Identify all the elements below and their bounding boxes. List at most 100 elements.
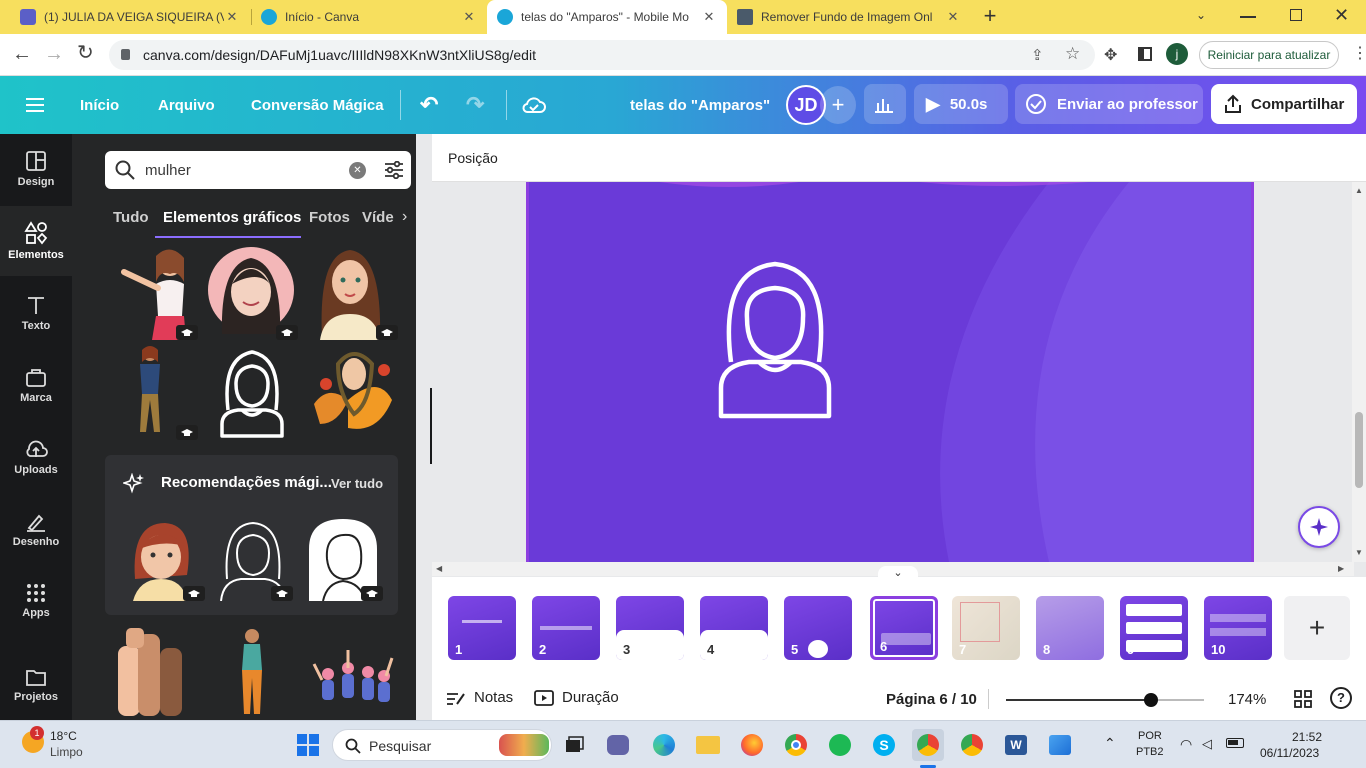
- tab-elementos-graficos[interactable]: Elementos gráficos: [163, 209, 301, 226]
- edge-icon[interactable]: [648, 729, 680, 761]
- restore-icon[interactable]: [1290, 9, 1302, 21]
- word-icon[interactable]: W: [1000, 729, 1032, 761]
- scroll-up-arrow-icon[interactable]: ▲: [1355, 186, 1363, 195]
- rail-desenho[interactable]: Desenho: [0, 494, 72, 564]
- rail-marca[interactable]: Marca: [0, 350, 72, 420]
- canvas-vscroll-thumb[interactable]: [1355, 412, 1363, 488]
- woman-outline-graphic-selected[interactable]: [717, 260, 833, 422]
- scroll-down-arrow-icon[interactable]: ▼: [1355, 548, 1363, 557]
- skype-icon[interactable]: S: [868, 729, 900, 761]
- add-page-button[interactable]: +: [1284, 596, 1350, 660]
- menu-hamburger-icon[interactable]: [26, 76, 46, 134]
- volume-icon[interactable]: ◁: [1202, 736, 1212, 752]
- graphic-woman-outline-icon[interactable]: [208, 344, 298, 440]
- graphic-woman-pointing[interactable]: [108, 244, 198, 340]
- tab-tudo[interactable]: Tudo: [113, 209, 149, 226]
- restart-update-button[interactable]: Reiniciar para atualizar: [1199, 41, 1339, 69]
- new-tab-button[interactable]: +: [978, 5, 1002, 29]
- language-indicator-1[interactable]: POR: [1138, 730, 1162, 742]
- page-thumb-10[interactable]: 10: [1204, 596, 1272, 660]
- reload-icon[interactable]: ↻: [77, 43, 94, 63]
- page-thumb-7[interactable]: 7: [952, 596, 1020, 660]
- language-indicator-2[interactable]: PTB2: [1136, 746, 1164, 758]
- file-explorer-icon[interactable]: [692, 729, 724, 761]
- browser-tab-teams[interactable]: (1) JULIA DA VEIGA SIQUEIRA (V ✕: [10, 0, 250, 34]
- menu-inicio[interactable]: Início: [80, 76, 119, 134]
- browser-tab-remove-bg[interactable]: Remover Fundo de Imagem Onl ✕: [727, 0, 971, 34]
- clock-date[interactable]: 06/11/2023: [1260, 746, 1319, 760]
- graphic-women-celebrating[interactable]: [308, 624, 398, 720]
- tabs-scroll-right-icon[interactable]: ›: [402, 208, 407, 226]
- page-thumb-8[interactable]: 8: [1036, 596, 1104, 660]
- chrome-profile-2-icon[interactable]: [956, 729, 988, 761]
- canvas-vscrollbar[interactable]: ▲ ▼: [1352, 182, 1366, 562]
- close-icon[interactable]: ✕: [461, 9, 477, 25]
- redo-icon[interactable]: ↷: [466, 76, 484, 134]
- firefox-icon[interactable]: [736, 729, 768, 761]
- undo-icon[interactable]: ↶: [420, 76, 438, 134]
- page-thumb-3[interactable]: 3: [616, 596, 684, 660]
- minimize-icon[interactable]: [1240, 16, 1256, 18]
- magic-assistant-button[interactable]: [1298, 506, 1340, 548]
- design-title[interactable]: telas do "Amparos": [630, 76, 770, 134]
- forward-icon[interactable]: →: [44, 44, 64, 64]
- graphic-woman-smiling-circle[interactable]: [208, 244, 298, 340]
- share-button[interactable]: Compartilhar: [1211, 84, 1357, 124]
- scroll-left-arrow-icon[interactable]: ◀: [436, 564, 442, 573]
- page-thumb-1[interactable]: 1: [448, 596, 516, 660]
- notes-button[interactable]: Notas: [446, 689, 513, 706]
- magic-woman-outline[interactable]: [213, 519, 293, 601]
- chrome-profile-j-icon[interactable]: [912, 729, 944, 761]
- see-all-link[interactable]: Ver tudo: [331, 476, 383, 491]
- send-to-teacher-button[interactable]: Enviar ao professor: [1015, 84, 1203, 124]
- url-bar[interactable]: canva.com/design/DAFuMj1uavc/IIIldN98XKn…: [109, 40, 1095, 70]
- scroll-right-arrow-icon[interactable]: ▶: [1338, 564, 1344, 573]
- graphic-woman-flowers[interactable]: [308, 344, 398, 440]
- page-thumb-5[interactable]: 5: [784, 596, 852, 660]
- play-button[interactable]: ▶ 50.0s: [914, 84, 1008, 124]
- page-indicator[interactable]: Página 6 / 10: [886, 691, 977, 708]
- rail-design[interactable]: Design: [0, 134, 72, 204]
- weather-condition[interactable]: Limpo: [50, 745, 83, 759]
- graphic-woman-brown-hair[interactable]: [308, 244, 398, 340]
- search-box[interactable]: mulher ✕: [105, 151, 411, 189]
- spotify-icon[interactable]: [824, 729, 856, 761]
- menu-arquivo[interactable]: Arquivo: [158, 76, 215, 134]
- search-input[interactable]: mulher: [145, 162, 191, 179]
- menu-conversao-magica[interactable]: Conversão Mágica: [251, 76, 384, 134]
- chrome-icon[interactable]: [780, 729, 812, 761]
- zoom-slider-track[interactable]: [1006, 693, 1204, 707]
- grid-view-icon[interactable]: [1294, 690, 1312, 708]
- extensions-icon[interactable]: ✥: [1104, 45, 1117, 65]
- page-thumb-9[interactable]: 9: [1120, 596, 1188, 660]
- tab-search-chevron-icon[interactable]: ⌄: [1196, 8, 1206, 22]
- profile-avatar[interactable]: j: [1166, 43, 1188, 65]
- teams-taskbar-icon[interactable]: [602, 729, 634, 761]
- windows-start-icon[interactable]: [292, 729, 324, 761]
- page-thumb-4[interactable]: 4: [700, 596, 768, 660]
- close-window-icon[interactable]: ✕: [1334, 5, 1349, 26]
- show-hidden-icons-chevron[interactable]: ⌃: [1104, 735, 1116, 752]
- zoom-slider-handle[interactable]: [1143, 693, 1158, 707]
- tab-fotos[interactable]: Fotos: [309, 209, 350, 226]
- filter-sliders-icon[interactable]: [384, 161, 404, 179]
- back-icon[interactable]: ←: [12, 44, 32, 64]
- bookmark-star-icon[interactable]: ☆: [1065, 44, 1080, 64]
- temperature[interactable]: 18°C: [50, 729, 77, 743]
- share-page-icon[interactable]: ⇪: [1031, 46, 1044, 64]
- add-collaborator-button[interactable]: +: [820, 86, 856, 124]
- help-icon[interactable]: ?: [1330, 687, 1352, 709]
- graphic-woman-standing[interactable]: [108, 344, 198, 440]
- graphic-raised-fists[interactable]: [108, 624, 198, 720]
- wifi-icon[interactable]: ◠: [1180, 736, 1192, 753]
- clear-search-icon[interactable]: ✕: [349, 162, 366, 179]
- tab-videos[interactable]: Víde: [362, 209, 398, 226]
- rail-elementos[interactable]: Elementos: [0, 206, 72, 276]
- insights-chart-icon[interactable]: [864, 84, 906, 124]
- sidepanel-icon[interactable]: [1138, 47, 1152, 61]
- rail-apps[interactable]: Apps: [0, 566, 72, 636]
- close-icon[interactable]: ✕: [224, 9, 240, 25]
- browser-tab-canva-home[interactable]: Início - Canva ✕: [251, 0, 487, 34]
- duration-button[interactable]: Duração: [534, 689, 619, 706]
- rail-texto[interactable]: Texto: [0, 278, 72, 348]
